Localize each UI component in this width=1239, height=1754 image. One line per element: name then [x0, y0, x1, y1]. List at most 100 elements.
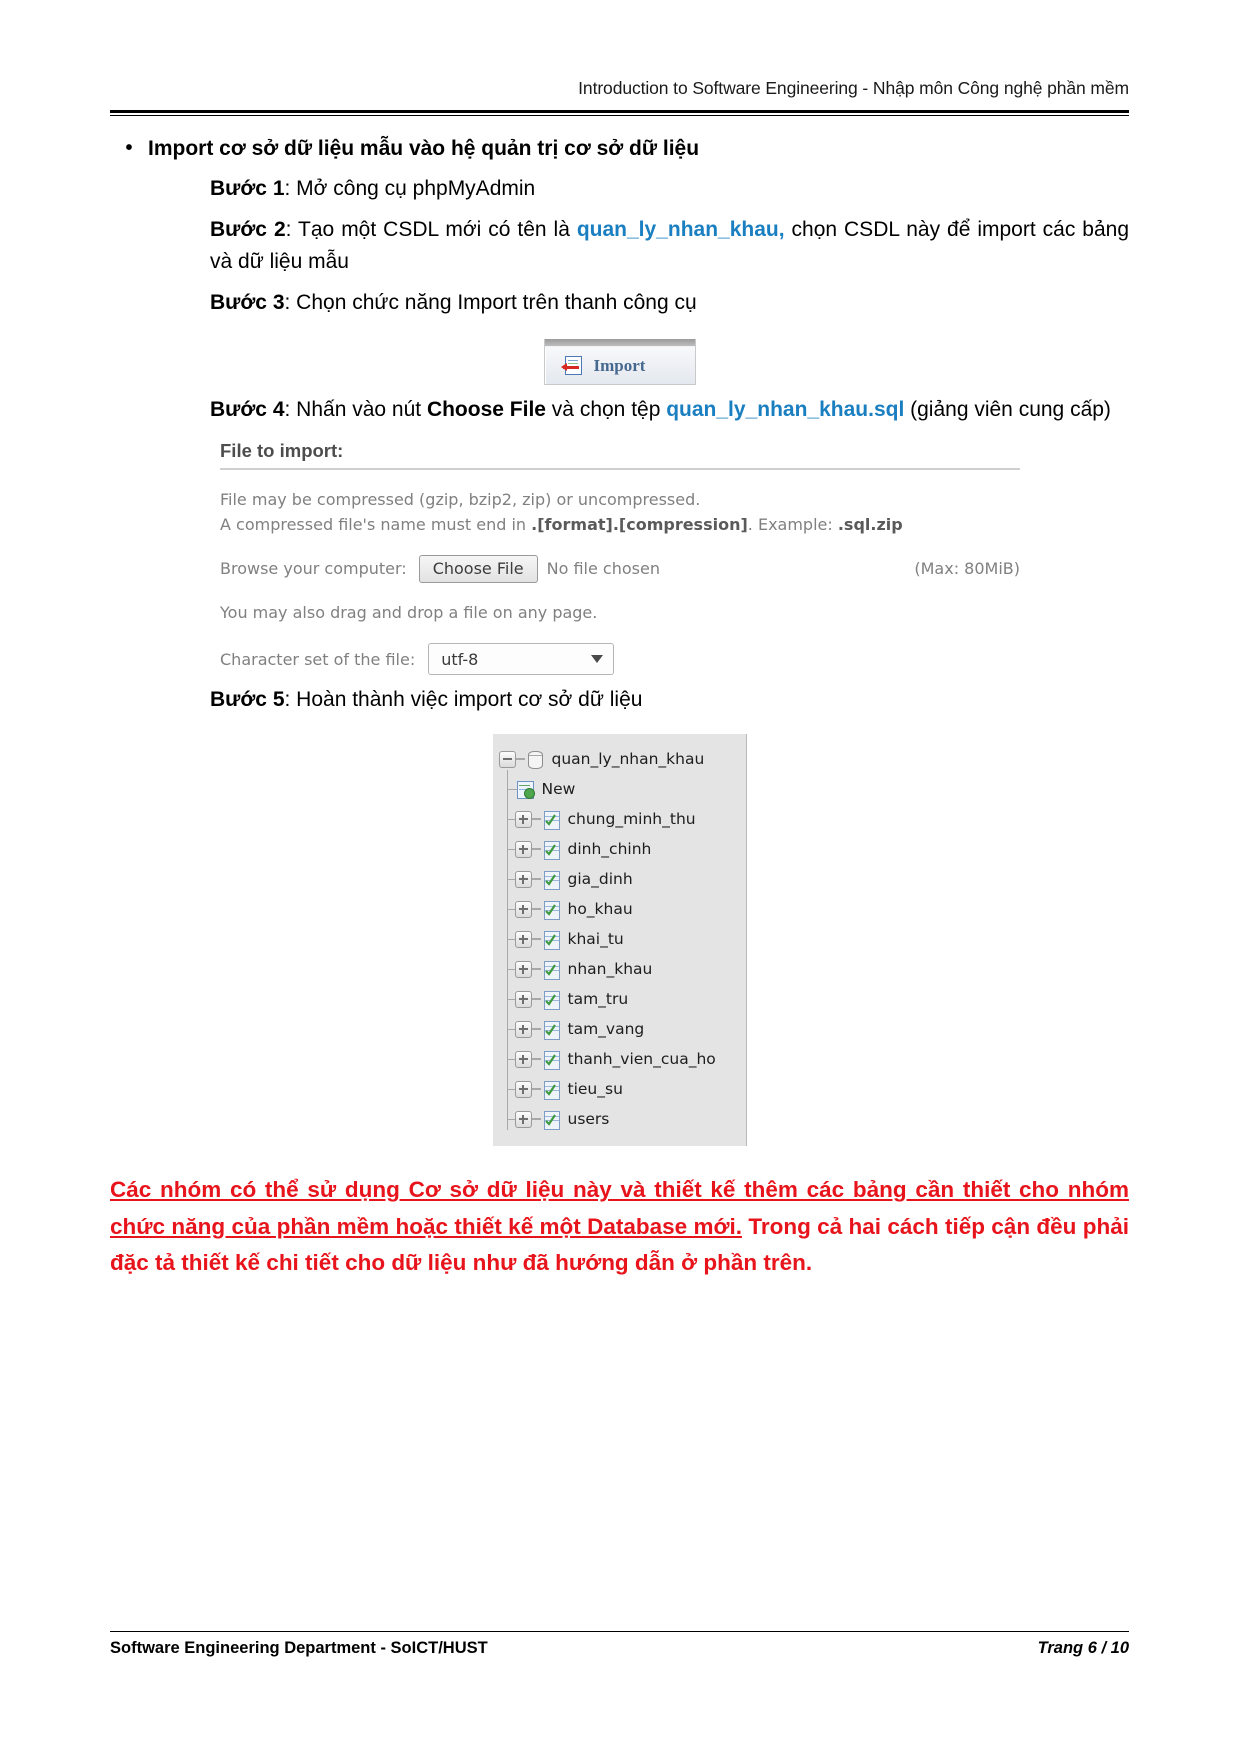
tree-connector	[531, 998, 541, 1001]
compression-hint-line-1: File may be compressed (gzip, bzip2, zip…	[220, 489, 701, 509]
tree-row-table[interactable]: dinh_chinh	[493, 834, 746, 864]
tree-row-table[interactable]: tam_tru	[493, 984, 746, 1014]
tree-connector	[531, 1058, 541, 1061]
tree-table-list: chung_minh_thu dinh_chinh gia_dinh ho_khauk…	[493, 804, 746, 1134]
tree-row-table[interactable]: tam_vang	[493, 1014, 746, 1044]
header-title: Introduction to Software Engineering - N…	[578, 78, 1129, 98]
table-icon	[541, 1020, 561, 1040]
step-1-text: Mở công cụ phpMyAdmin	[296, 177, 536, 201]
bullet-item: • Import cơ sở dữ liệu mẫu vào hệ quản t…	[110, 134, 1129, 164]
step-3-text: Chọn chức năng Import trên thanh công cụ	[296, 291, 697, 315]
expand-plus-icon[interactable]	[514, 870, 532, 888]
file-to-import-body: File may be compressed (gzip, bzip2, zip…	[220, 470, 1020, 676]
expand-plus-icon[interactable]	[514, 930, 532, 948]
table-icon	[541, 1110, 561, 1130]
footer-page-number: Trang 6 / 10	[1037, 1639, 1129, 1657]
tree-row-table[interactable]: gia_dinh	[493, 864, 746, 894]
tree-table-label: gia_dinh	[567, 870, 633, 889]
charset-label: Character set of the file:	[220, 649, 416, 669]
expand-plus-icon[interactable]	[514, 1020, 532, 1038]
step-4-label: Bước 4	[210, 398, 285, 422]
table-icon	[541, 900, 561, 920]
expand-plus-icon[interactable]	[514, 1080, 532, 1098]
charset-row: Character set of the file: utf-8	[220, 643, 1020, 676]
tree-row-table[interactable]: ho_khau	[493, 894, 746, 924]
tree-connector	[531, 1118, 541, 1121]
tree-row-database[interactable]: quan_ly_nhan_khau	[493, 744, 746, 774]
file-to-import-title: File to import:	[220, 440, 1020, 470]
no-file-chosen-text: No file chosen	[546, 559, 660, 579]
charset-selected-value: utf-8	[441, 649, 479, 669]
database-icon	[525, 750, 545, 769]
tree-row-table[interactable]: chung_minh_thu	[493, 804, 746, 834]
tree-table-label: chung_minh_thu	[567, 810, 696, 829]
tree-connector	[515, 758, 525, 761]
step-1: Bước 1: Mở công cụ phpMyAdmin	[210, 173, 1129, 205]
import-toolbar-button[interactable]: Import	[543, 339, 696, 386]
page-content: • Import cơ sở dữ liệu mẫu vào hệ quản t…	[110, 116, 1129, 1282]
step-4-file-name: quan_ly_nhan_khau.sql	[666, 398, 905, 422]
tree-row-table[interactable]: tieu_su	[493, 1074, 746, 1104]
tree-table-label: users	[567, 1110, 610, 1129]
document-page: Introduction to Software Engineering - N…	[0, 0, 1239, 1754]
step-5-label: Bước 5	[210, 688, 285, 712]
tree-connector	[531, 848, 541, 851]
table-icon	[541, 870, 561, 890]
tree-connector	[531, 878, 541, 881]
drag-drop-hint: You may also drag and drop a file on any…	[220, 603, 598, 623]
import-button-figure: Import	[110, 339, 1129, 386]
tree-connector	[531, 1028, 541, 1031]
tree-table-label: khai_tu	[567, 930, 624, 949]
expand-plus-icon[interactable]	[514, 840, 532, 858]
step-2: Bước 2: Tạo một CSDL mới có tên là quan_…	[210, 214, 1129, 278]
step-1-sep: :	[284, 177, 297, 201]
hint2-format: .[format].[compression]	[531, 515, 748, 535]
step-2-db-name: quan_ly_nhan_khau,	[576, 218, 785, 242]
database-tree-figure: quan_ly_nhan_khau New chung_minh_thudinh…	[110, 734, 1129, 1147]
step-4-text-after: (giảng viên cung cấp)	[904, 398, 1111, 422]
red-note: Các nhóm có thể sử dụng Cơ sở dữ liệu nà…	[110, 1172, 1129, 1281]
tree-row-table[interactable]: nhan_khau	[493, 954, 746, 984]
table-icon	[541, 840, 561, 860]
collapse-minus-icon[interactable]	[498, 750, 516, 768]
expand-plus-icon[interactable]	[514, 990, 532, 1008]
tree-table-label: nhan_khau	[567, 960, 653, 979]
tree-row-table[interactable]: khai_tu	[493, 924, 746, 954]
step-2-sep: :	[285, 218, 299, 242]
choose-file-button[interactable]: Choose File	[418, 554, 538, 584]
table-icon	[541, 1080, 561, 1100]
tree-connector	[531, 938, 541, 941]
step-2-text-before: Tạo một CSDL mới có tên là	[298, 218, 577, 242]
import-button-topbar	[544, 339, 695, 348]
tree-table-label: tieu_su	[567, 1080, 623, 1099]
browse-label: Browse your computer:	[220, 559, 407, 579]
expand-plus-icon[interactable]	[514, 960, 532, 978]
step-4-text-mid: và chọn tệp	[545, 398, 667, 422]
import-button-content: Import	[544, 347, 695, 385]
step-3: Bước 3: Chọn chức năng Import trên thanh…	[210, 287, 1129, 319]
tree-table-label: dinh_chinh	[567, 840, 652, 859]
tree-table-label: ho_khau	[567, 900, 633, 919]
expand-plus-icon[interactable]	[514, 1050, 532, 1068]
tree-row-table[interactable]: thanh_vien_cua_ho	[493, 1044, 746, 1074]
step-3-label: Bước 3	[210, 291, 285, 315]
table-icon	[541, 990, 561, 1010]
footer-department: Software Engineering Department - SoICT/…	[110, 1639, 488, 1657]
browse-row: Browse your computer: Choose File No fil…	[220, 554, 1020, 584]
max-upload-size: (Max: 80MiB)	[914, 559, 1020, 579]
expand-plus-icon[interactable]	[514, 1110, 532, 1128]
tree-connector	[531, 968, 541, 971]
step-5-sep: :	[284, 688, 297, 712]
step-1-label: Bước 1	[210, 177, 285, 201]
tree-new-label: New	[541, 780, 576, 799]
expand-plus-icon[interactable]	[514, 810, 532, 828]
tree-row-new[interactable]: New	[493, 774, 746, 804]
expand-plus-icon[interactable]	[514, 900, 532, 918]
import-icon	[560, 355, 585, 376]
charset-select[interactable]: utf-8	[428, 643, 615, 676]
hint2-after: . Example:	[747, 515, 838, 535]
tree-row-table[interactable]: users	[493, 1104, 746, 1134]
step-4-choose-file: Choose File	[426, 398, 546, 422]
hint2-example: .sql.zip	[837, 515, 903, 535]
tree-table-label: thanh_vien_cua_ho	[567, 1050, 716, 1069]
